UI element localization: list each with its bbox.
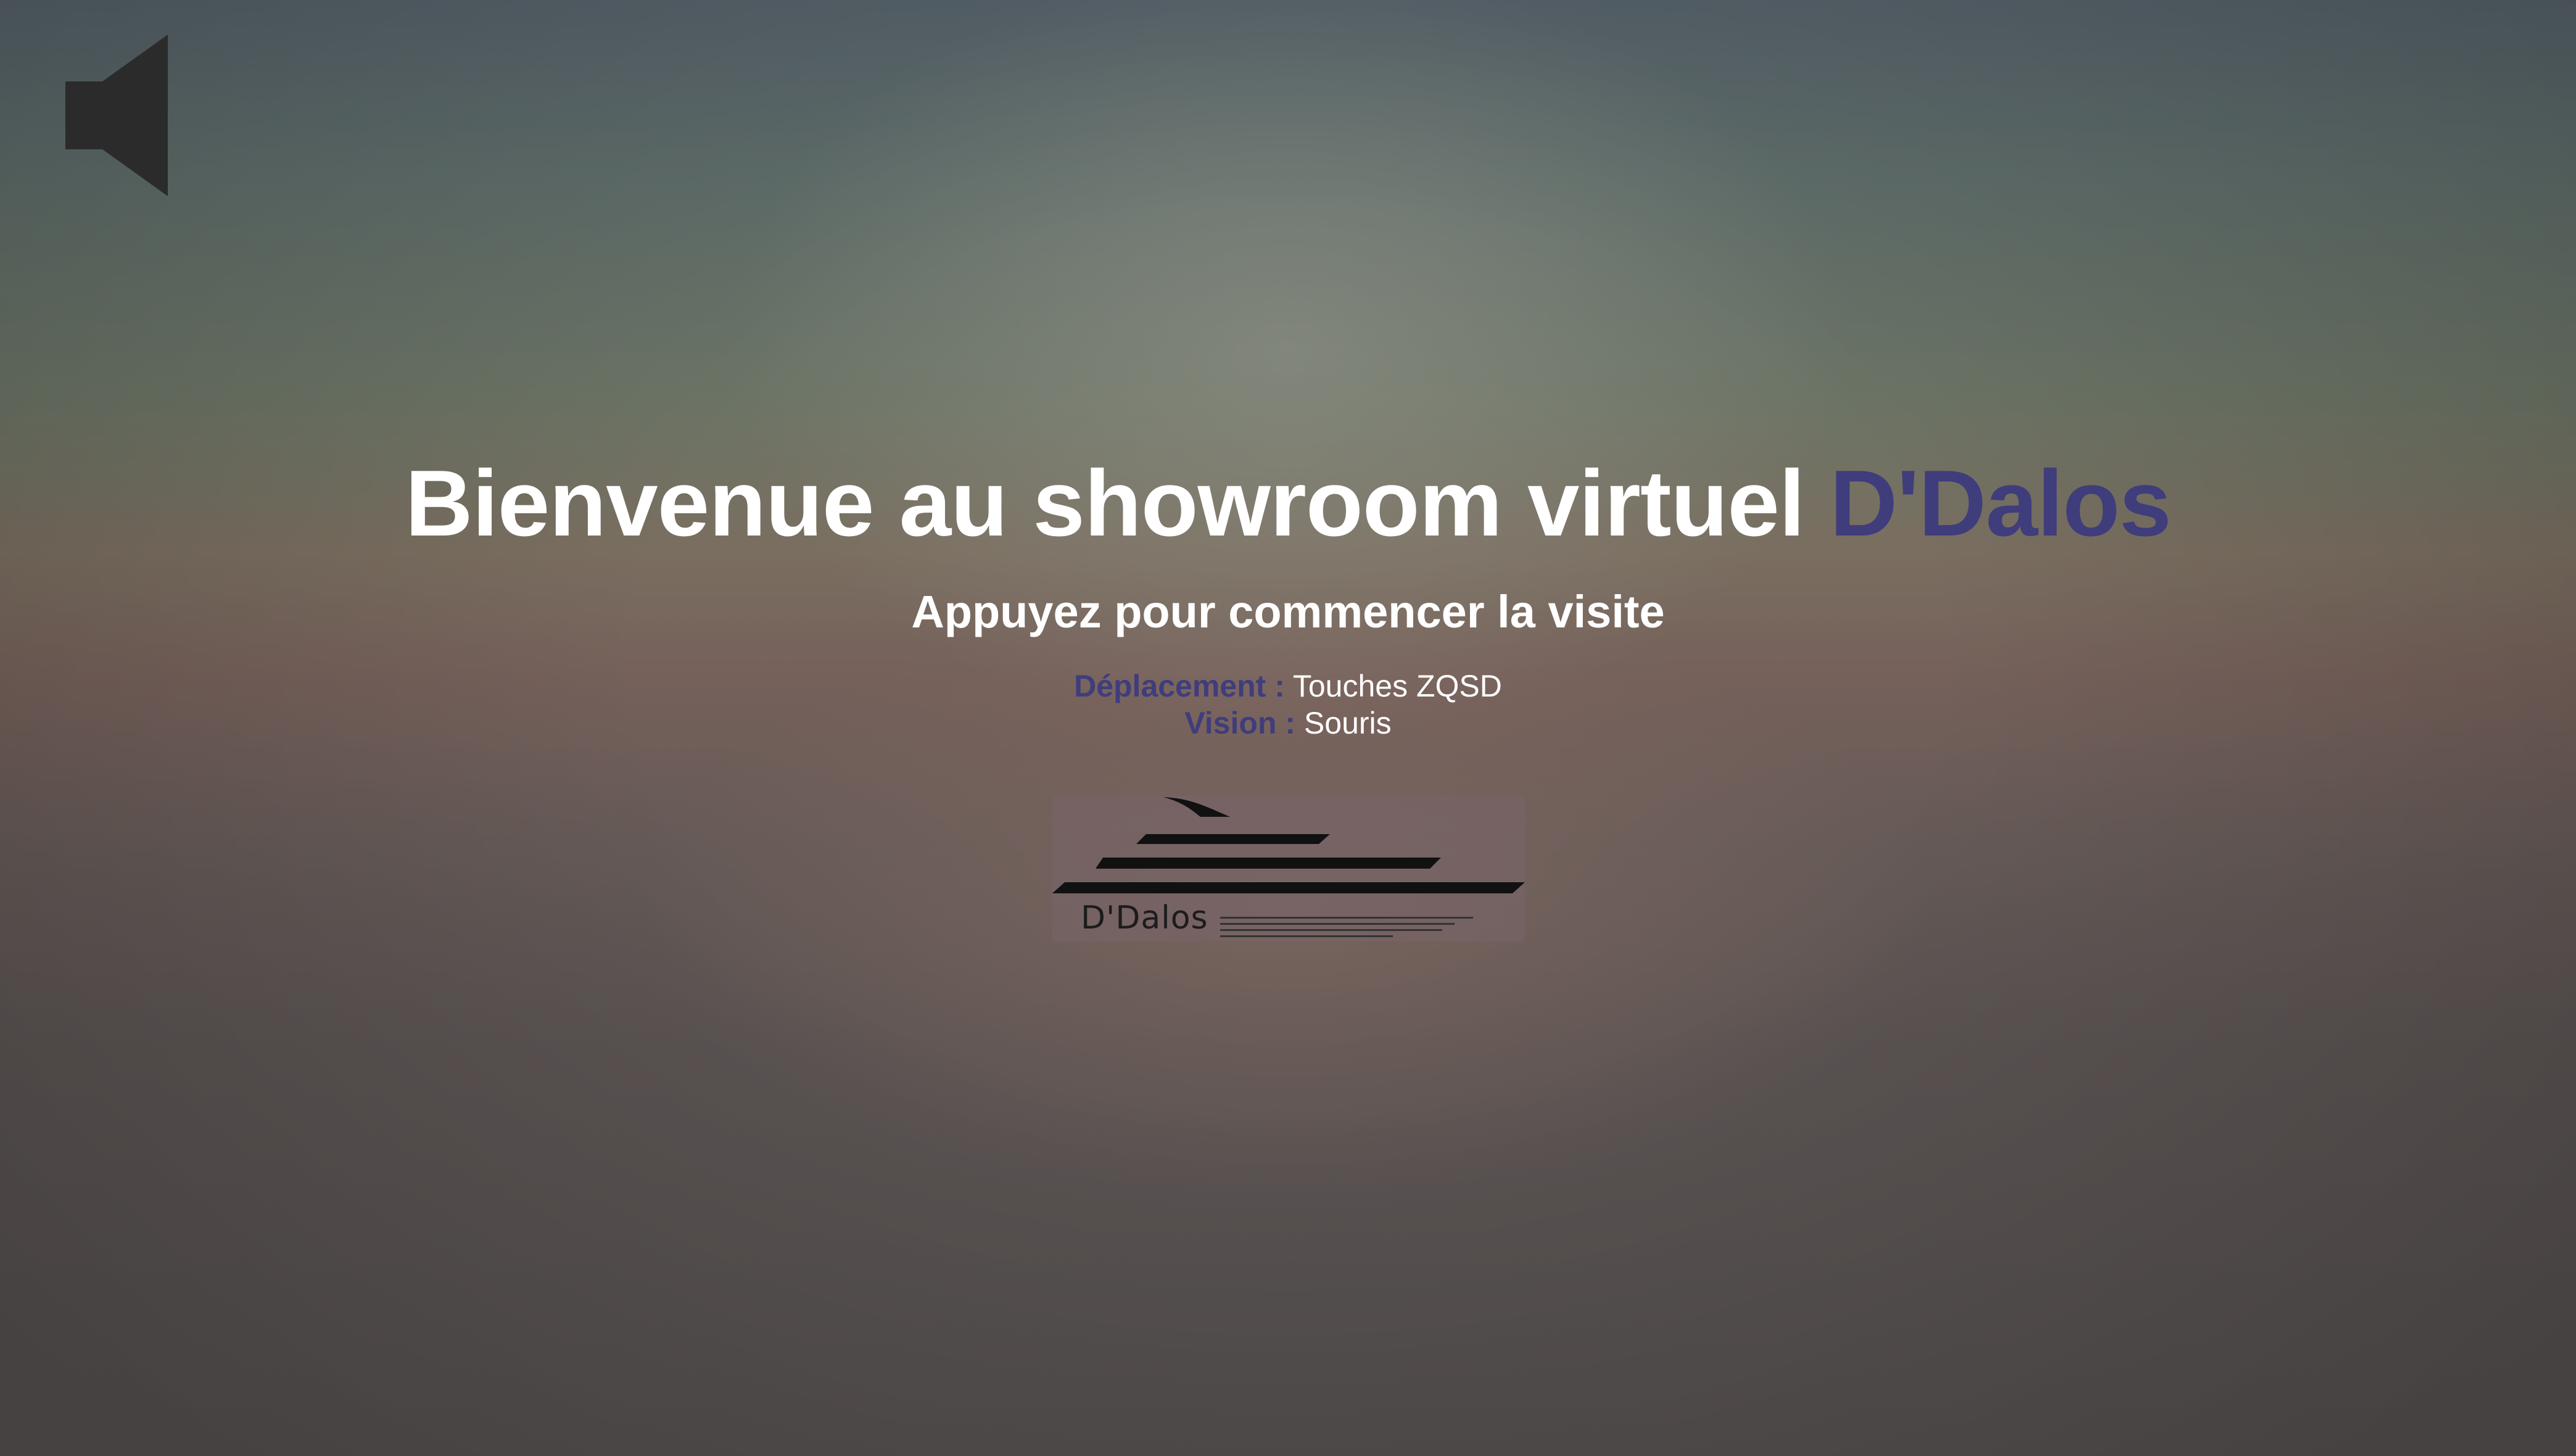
sound-toggle-button[interactable]: [62, 35, 173, 196]
welcome-panel: Bienvenue au showroom virtuel D'Dalos Ap…: [0, 442, 2576, 742]
control-value-vision: Souris: [1303, 706, 1392, 740]
page-title: Bienvenue au showroom virtuel D'Dalos: [0, 442, 2576, 565]
control-value-movement: Touches ZQSD: [1292, 669, 1502, 703]
title-brand: D'Dalos: [1830, 451, 2171, 556]
controls-help: Déplacement : Touches ZQSD Vision : Sour…: [0, 668, 2576, 742]
start-visit-prompt[interactable]: Appuyez pour commencer la visite: [911, 581, 1664, 643]
control-row-movement: Déplacement : Touches ZQSD: [0, 668, 2576, 705]
title-prefix: Bienvenue au showroom virtuel: [405, 451, 1805, 556]
speaker-muted-icon: [65, 35, 168, 196]
start-screen[interactable]: Bienvenue au showroom virtuel D'Dalos Ap…: [0, 0, 2576, 1456]
brand-logo: D'Dalos: [1052, 796, 1525, 941]
control-key-movement: Déplacement :: [1074, 669, 1285, 703]
control-row-vision: Vision : Souris: [0, 705, 2576, 742]
control-key-vision: Vision :: [1184, 706, 1296, 740]
logo-wordmark: D'Dalos: [1081, 900, 1208, 937]
